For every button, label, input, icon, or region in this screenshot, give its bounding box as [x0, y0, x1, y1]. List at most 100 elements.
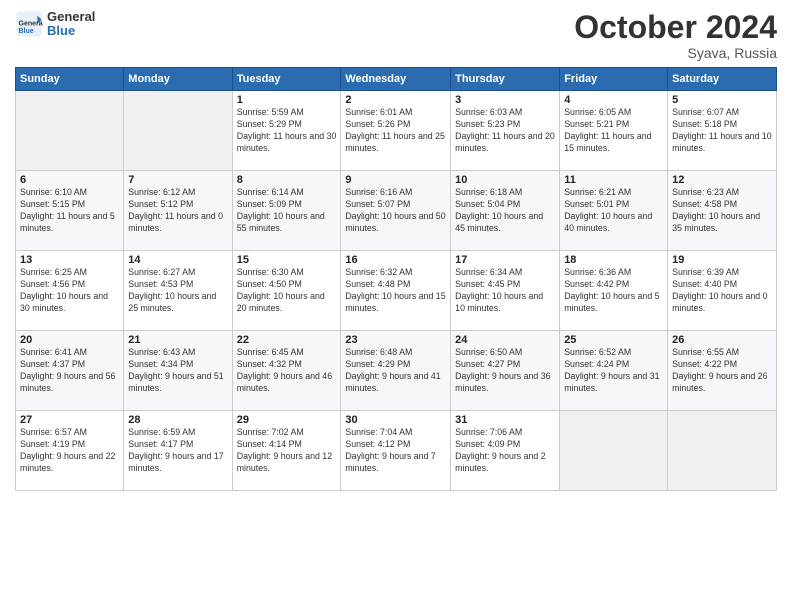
day-number: 12	[672, 174, 772, 186]
calendar-day-cell: 24Sunrise: 6:50 AM Sunset: 4:27 PM Dayli…	[451, 331, 560, 411]
day-number: 7	[128, 174, 227, 186]
header: General Blue General Blue October 2024 S…	[15, 10, 777, 61]
day-number: 21	[128, 334, 227, 346]
day-number: 3	[455, 94, 555, 106]
day-number: 26	[672, 334, 772, 346]
day-info: Sunrise: 6:07 AM Sunset: 5:18 PM Dayligh…	[672, 107, 772, 155]
calendar-week-row: 6Sunrise: 6:10 AM Sunset: 5:15 PM Daylig…	[16, 171, 777, 251]
day-number: 19	[672, 254, 772, 266]
day-number: 4	[564, 94, 663, 106]
day-info: Sunrise: 6:50 AM Sunset: 4:27 PM Dayligh…	[455, 347, 555, 395]
day-info: Sunrise: 7:02 AM Sunset: 4:14 PM Dayligh…	[237, 427, 337, 475]
day-info: Sunrise: 6:41 AM Sunset: 4:37 PM Dayligh…	[20, 347, 119, 395]
day-info: Sunrise: 6:10 AM Sunset: 5:15 PM Dayligh…	[20, 187, 119, 235]
calendar-day-cell: 23Sunrise: 6:48 AM Sunset: 4:29 PM Dayli…	[341, 331, 451, 411]
day-number: 20	[20, 334, 119, 346]
day-number: 29	[237, 414, 337, 426]
calendar-day-cell: 29Sunrise: 7:02 AM Sunset: 4:14 PM Dayli…	[232, 411, 341, 491]
month-title: October 2024	[574, 10, 777, 45]
logo-general: General	[47, 10, 95, 24]
weekday-header-cell: Friday	[560, 68, 668, 91]
day-number: 1	[237, 94, 337, 106]
calendar-day-cell: 4Sunrise: 6:05 AM Sunset: 5:21 PM Daylig…	[560, 91, 668, 171]
day-number: 10	[455, 174, 555, 186]
day-number: 14	[128, 254, 227, 266]
day-info: Sunrise: 6:34 AM Sunset: 4:45 PM Dayligh…	[455, 267, 555, 315]
calendar-day-cell: 1Sunrise: 5:59 AM Sunset: 5:29 PM Daylig…	[232, 91, 341, 171]
weekday-header-cell: Tuesday	[232, 68, 341, 91]
calendar-day-cell: 31Sunrise: 7:06 AM Sunset: 4:09 PM Dayli…	[451, 411, 560, 491]
day-info: Sunrise: 6:52 AM Sunset: 4:24 PM Dayligh…	[564, 347, 663, 395]
calendar-day-cell: 10Sunrise: 6:18 AM Sunset: 5:04 PM Dayli…	[451, 171, 560, 251]
calendar-day-cell	[124, 91, 232, 171]
day-info: Sunrise: 6:12 AM Sunset: 5:12 PM Dayligh…	[128, 187, 227, 235]
calendar-day-cell	[560, 411, 668, 491]
day-info: Sunrise: 6:32 AM Sunset: 4:48 PM Dayligh…	[345, 267, 446, 315]
day-info: Sunrise: 6:48 AM Sunset: 4:29 PM Dayligh…	[345, 347, 446, 395]
weekday-header-cell: Wednesday	[341, 68, 451, 91]
day-number: 9	[345, 174, 446, 186]
weekday-header-cell: Thursday	[451, 68, 560, 91]
calendar-day-cell: 16Sunrise: 6:32 AM Sunset: 4:48 PM Dayli…	[341, 251, 451, 331]
calendar-week-row: 13Sunrise: 6:25 AM Sunset: 4:56 PM Dayli…	[16, 251, 777, 331]
day-number: 16	[345, 254, 446, 266]
calendar-day-cell: 11Sunrise: 6:21 AM Sunset: 5:01 PM Dayli…	[560, 171, 668, 251]
calendar-body: 1Sunrise: 5:59 AM Sunset: 5:29 PM Daylig…	[16, 91, 777, 491]
day-info: Sunrise: 5:59 AM Sunset: 5:29 PM Dayligh…	[237, 107, 337, 155]
day-info: Sunrise: 6:05 AM Sunset: 5:21 PM Dayligh…	[564, 107, 663, 155]
calendar-day-cell: 13Sunrise: 6:25 AM Sunset: 4:56 PM Dayli…	[16, 251, 124, 331]
day-number: 2	[345, 94, 446, 106]
calendar-week-row: 1Sunrise: 5:59 AM Sunset: 5:29 PM Daylig…	[16, 91, 777, 171]
day-number: 8	[237, 174, 337, 186]
day-number: 5	[672, 94, 772, 106]
calendar-day-cell: 6Sunrise: 6:10 AM Sunset: 5:15 PM Daylig…	[16, 171, 124, 251]
day-number: 28	[128, 414, 227, 426]
day-info: Sunrise: 6:59 AM Sunset: 4:17 PM Dayligh…	[128, 427, 227, 475]
day-info: Sunrise: 6:27 AM Sunset: 4:53 PM Dayligh…	[128, 267, 227, 315]
calendar-day-cell: 25Sunrise: 6:52 AM Sunset: 4:24 PM Dayli…	[560, 331, 668, 411]
day-info: Sunrise: 6:45 AM Sunset: 4:32 PM Dayligh…	[237, 347, 337, 395]
day-number: 15	[237, 254, 337, 266]
calendar-day-cell: 27Sunrise: 6:57 AM Sunset: 4:19 PM Dayli…	[16, 411, 124, 491]
calendar-page: General Blue General Blue October 2024 S…	[0, 0, 792, 612]
calendar-day-cell: 18Sunrise: 6:36 AM Sunset: 4:42 PM Dayli…	[560, 251, 668, 331]
day-info: Sunrise: 6:01 AM Sunset: 5:26 PM Dayligh…	[345, 107, 446, 155]
day-info: Sunrise: 6:43 AM Sunset: 4:34 PM Dayligh…	[128, 347, 227, 395]
calendar-day-cell: 30Sunrise: 7:04 AM Sunset: 4:12 PM Dayli…	[341, 411, 451, 491]
weekday-header-cell: Sunday	[16, 68, 124, 91]
logo-icon: General Blue	[15, 10, 43, 38]
day-info: Sunrise: 6:55 AM Sunset: 4:22 PM Dayligh…	[672, 347, 772, 395]
calendar-day-cell: 14Sunrise: 6:27 AM Sunset: 4:53 PM Dayli…	[124, 251, 232, 331]
day-info: Sunrise: 7:06 AM Sunset: 4:09 PM Dayligh…	[455, 427, 555, 475]
title-block: October 2024 Syava, Russia	[574, 10, 777, 61]
day-number: 22	[237, 334, 337, 346]
day-info: Sunrise: 6:23 AM Sunset: 4:58 PM Dayligh…	[672, 187, 772, 235]
calendar-day-cell: 5Sunrise: 6:07 AM Sunset: 5:18 PM Daylig…	[668, 91, 777, 171]
calendar-day-cell: 20Sunrise: 6:41 AM Sunset: 4:37 PM Dayli…	[16, 331, 124, 411]
calendar-week-row: 20Sunrise: 6:41 AM Sunset: 4:37 PM Dayli…	[16, 331, 777, 411]
calendar-day-cell: 8Sunrise: 6:14 AM Sunset: 5:09 PM Daylig…	[232, 171, 341, 251]
weekday-header-cell: Saturday	[668, 68, 777, 91]
day-info: Sunrise: 6:03 AM Sunset: 5:23 PM Dayligh…	[455, 107, 555, 155]
day-info: Sunrise: 6:16 AM Sunset: 5:07 PM Dayligh…	[345, 187, 446, 235]
day-info: Sunrise: 6:36 AM Sunset: 4:42 PM Dayligh…	[564, 267, 663, 315]
calendar-day-cell: 7Sunrise: 6:12 AM Sunset: 5:12 PM Daylig…	[124, 171, 232, 251]
day-number: 31	[455, 414, 555, 426]
calendar-day-cell: 17Sunrise: 6:34 AM Sunset: 4:45 PM Dayli…	[451, 251, 560, 331]
day-number: 25	[564, 334, 663, 346]
day-number: 11	[564, 174, 663, 186]
weekday-header-cell: Monday	[124, 68, 232, 91]
day-number: 17	[455, 254, 555, 266]
day-info: Sunrise: 7:04 AM Sunset: 4:12 PM Dayligh…	[345, 427, 446, 475]
svg-text:Blue: Blue	[19, 28, 34, 35]
calendar-week-row: 27Sunrise: 6:57 AM Sunset: 4:19 PM Dayli…	[16, 411, 777, 491]
calendar-day-cell: 3Sunrise: 6:03 AM Sunset: 5:23 PM Daylig…	[451, 91, 560, 171]
weekday-header-row: SundayMondayTuesdayWednesdayThursdayFrid…	[16, 68, 777, 91]
logo-text-block: General Blue	[47, 10, 95, 39]
day-info: Sunrise: 6:57 AM Sunset: 4:19 PM Dayligh…	[20, 427, 119, 475]
calendar-day-cell: 15Sunrise: 6:30 AM Sunset: 4:50 PM Dayli…	[232, 251, 341, 331]
calendar-day-cell: 21Sunrise: 6:43 AM Sunset: 4:34 PM Dayli…	[124, 331, 232, 411]
day-info: Sunrise: 6:18 AM Sunset: 5:04 PM Dayligh…	[455, 187, 555, 235]
day-info: Sunrise: 6:25 AM Sunset: 4:56 PM Dayligh…	[20, 267, 119, 315]
logo-blue: Blue	[47, 24, 95, 38]
